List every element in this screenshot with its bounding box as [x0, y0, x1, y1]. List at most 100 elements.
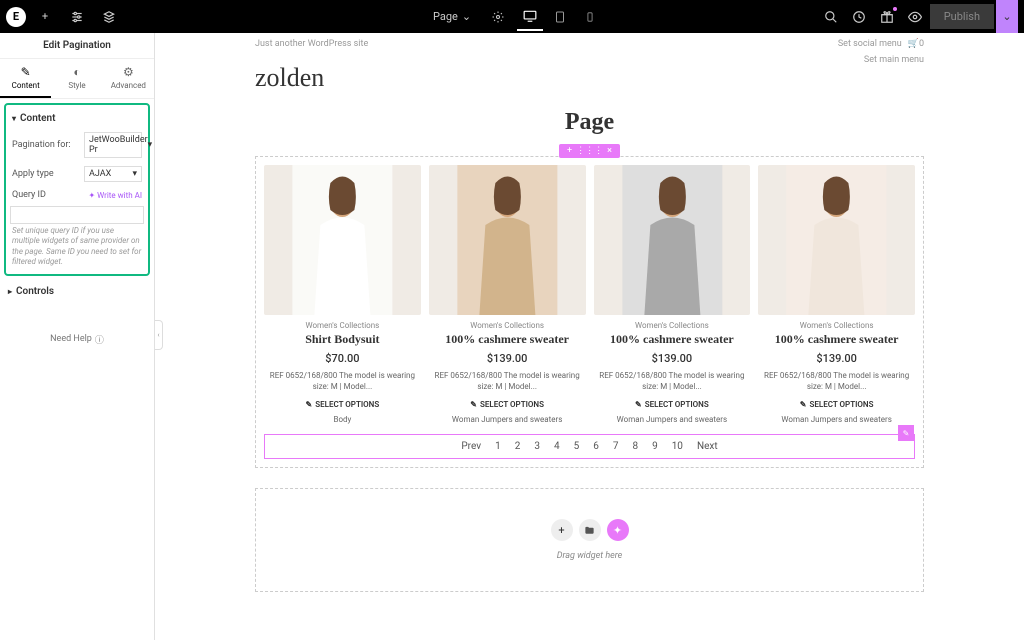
add-icon[interactable]: + [567, 146, 572, 156]
dropzone-text: Drag widget here [557, 551, 623, 561]
product-price: $139.00 [487, 352, 528, 365]
canvas: Just another WordPress site Set social m… [155, 33, 1024, 640]
product-card[interactable]: Women's Collections 100% cashmere sweate… [594, 165, 751, 424]
pencil-icon: ✎ [470, 400, 477, 409]
sidebar-collapse-handle[interactable]: ‹ [155, 320, 163, 350]
pagination-for-value: JetWooBuilder Pr [89, 135, 148, 155]
product-description: REF 0652/168/800 The model is wearing si… [264, 371, 421, 392]
tab-style-label: Style [68, 81, 85, 90]
gear-icon: ⚙ [123, 65, 134, 79]
main-menu-link[interactable]: Set main menu [864, 55, 924, 65]
pagination-1[interactable]: 1 [495, 441, 501, 452]
controls-title: Controls [16, 286, 54, 297]
add-icon[interactable]: + [551, 519, 573, 541]
controls-accordion-header[interactable]: ▸ Controls [0, 280, 154, 303]
pagination-for-select[interactable]: JetWooBuilder Pr ▾ [84, 132, 142, 158]
section-controls: + ⋮⋮⋮ × [559, 144, 620, 158]
add-element-icon[interactable]: + [32, 4, 58, 30]
topbar: E + Page ⌄ [0, 0, 1024, 33]
gift-icon[interactable] [874, 4, 900, 30]
tab-style[interactable]: ◐ Style [51, 59, 102, 98]
product-price: $139.00 [816, 352, 857, 365]
topbar-center: Page ⌄ [425, 3, 603, 31]
write-with-ai-link[interactable]: ✦ Write with AI [88, 191, 142, 200]
help-icon: ⓘ [95, 333, 104, 346]
apply-type-select[interactable]: AJAX ▾ [84, 166, 142, 182]
select-options-button[interactable]: ✎ SELECT OPTIONS [306, 400, 380, 409]
pagination-6[interactable]: 6 [593, 441, 599, 452]
device-desktop-icon[interactable] [517, 3, 543, 31]
tab-content[interactable]: ✎ Content [0, 59, 51, 98]
product-collection: Women's Collections [305, 321, 379, 330]
chevron-right-icon: ▸ [8, 287, 12, 296]
page-settings-icon[interactable] [485, 4, 511, 30]
folder-icon[interactable] [579, 519, 601, 541]
ai-icon[interactable]: ✦ [607, 519, 629, 541]
query-id-input[interactable] [10, 206, 144, 224]
pagination-10[interactable]: 10 [672, 441, 683, 452]
pagination-8[interactable]: 8 [632, 441, 638, 452]
select-options-button[interactable]: ✎ SELECT OPTIONS [470, 400, 544, 409]
content-section-title: Content [20, 113, 55, 124]
pagination-4[interactable]: 4 [554, 441, 560, 452]
need-help-link[interactable]: Need Help ⓘ [0, 333, 154, 346]
device-tabs [517, 3, 603, 31]
product-category: Woman Jumpers and sweaters [781, 415, 891, 424]
page-dropdown[interactable]: Page ⌄ [425, 10, 479, 23]
product-card[interactable]: Women's Collections Shirt Bodysuit $70.0… [264, 165, 421, 424]
product-price: $70.00 [325, 352, 359, 365]
search-icon[interactable] [818, 4, 844, 30]
drag-icon[interactable]: ⋮⋮⋮ [576, 146, 603, 156]
apply-type-value: AJAX [89, 169, 111, 179]
chevron-down-icon: ▾ [132, 169, 137, 179]
pencil-icon: ✎ [306, 400, 313, 409]
pagination-next[interactable]: Next [697, 441, 718, 452]
query-id-row: Query ID ✦ Write with AI [10, 186, 144, 204]
device-mobile-icon[interactable] [577, 3, 603, 31]
site-tagline: Just another WordPress site [255, 39, 368, 49]
publish-button[interactable]: Publish [930, 4, 994, 29]
sidebar-title: Edit Pagination [0, 33, 154, 59]
structure-icon[interactable] [96, 4, 122, 30]
product-image [758, 165, 915, 315]
dropzone[interactable]: + ✦ Drag widget here [255, 488, 924, 592]
topbar-right: Publish ⌄ [818, 0, 1018, 33]
content-accordion-header[interactable]: ▾ Content [10, 109, 144, 128]
product-description: REF 0652/168/800 The model is wearing si… [758, 371, 915, 392]
social-menu-link[interactable]: Set social menu [838, 39, 902, 49]
sidebar-tabs: ✎ Content ◐ Style ⚙ Advanced [0, 59, 154, 99]
pagination-for-row: Pagination for: JetWooBuilder Pr ▾ [10, 128, 144, 162]
page-dropdown-label: Page [433, 10, 458, 23]
close-icon[interactable]: × [607, 146, 612, 156]
pagination-9[interactable]: 9 [652, 441, 658, 452]
product-title: 100% cashmere sweater [775, 332, 899, 346]
pagination-2[interactable]: 2 [515, 441, 521, 452]
product-image [429, 165, 586, 315]
product-category: Woman Jumpers and sweaters [617, 415, 727, 424]
preview-icon[interactable] [902, 4, 928, 30]
history-icon[interactable] [846, 4, 872, 30]
products-container: Women's Collections Shirt Bodysuit $70.0… [255, 156, 924, 468]
product-card[interactable]: Women's Collections 100% cashmere sweate… [429, 165, 586, 424]
site-title: zolden [255, 55, 324, 101]
tab-advanced[interactable]: ⚙ Advanced [103, 59, 154, 98]
pagination-5[interactable]: 5 [574, 441, 580, 452]
elementor-logo-icon[interactable]: E [6, 7, 26, 27]
settings-icon[interactable] [64, 4, 90, 30]
cart-icon[interactable]: 🛒0 [908, 39, 924, 49]
product-card[interactable]: Women's Collections 100% cashmere sweate… [758, 165, 915, 424]
select-options-button[interactable]: ✎ SELECT OPTIONS [635, 400, 709, 409]
select-options-button[interactable]: ✎ SELECT OPTIONS [800, 400, 874, 409]
pencil-icon[interactable]: ✎ [898, 425, 914, 441]
product-image [264, 165, 421, 315]
product-title: Shirt Bodysuit [305, 332, 379, 346]
device-tablet-icon[interactable] [547, 3, 573, 31]
pagination-7[interactable]: 7 [613, 441, 619, 452]
sidebar: Edit Pagination ✎ Content ◐ Style ⚙ Adva… [0, 33, 155, 640]
pagination-prev[interactable]: Prev [461, 441, 481, 452]
product-category: Woman Jumpers and sweaters [452, 415, 562, 424]
pagination-3[interactable]: 3 [534, 441, 540, 452]
product-collection: Women's Collections [470, 321, 544, 330]
apply-type-label: Apply type [12, 169, 54, 179]
chevron-down-icon[interactable]: ⌄ [996, 0, 1018, 33]
